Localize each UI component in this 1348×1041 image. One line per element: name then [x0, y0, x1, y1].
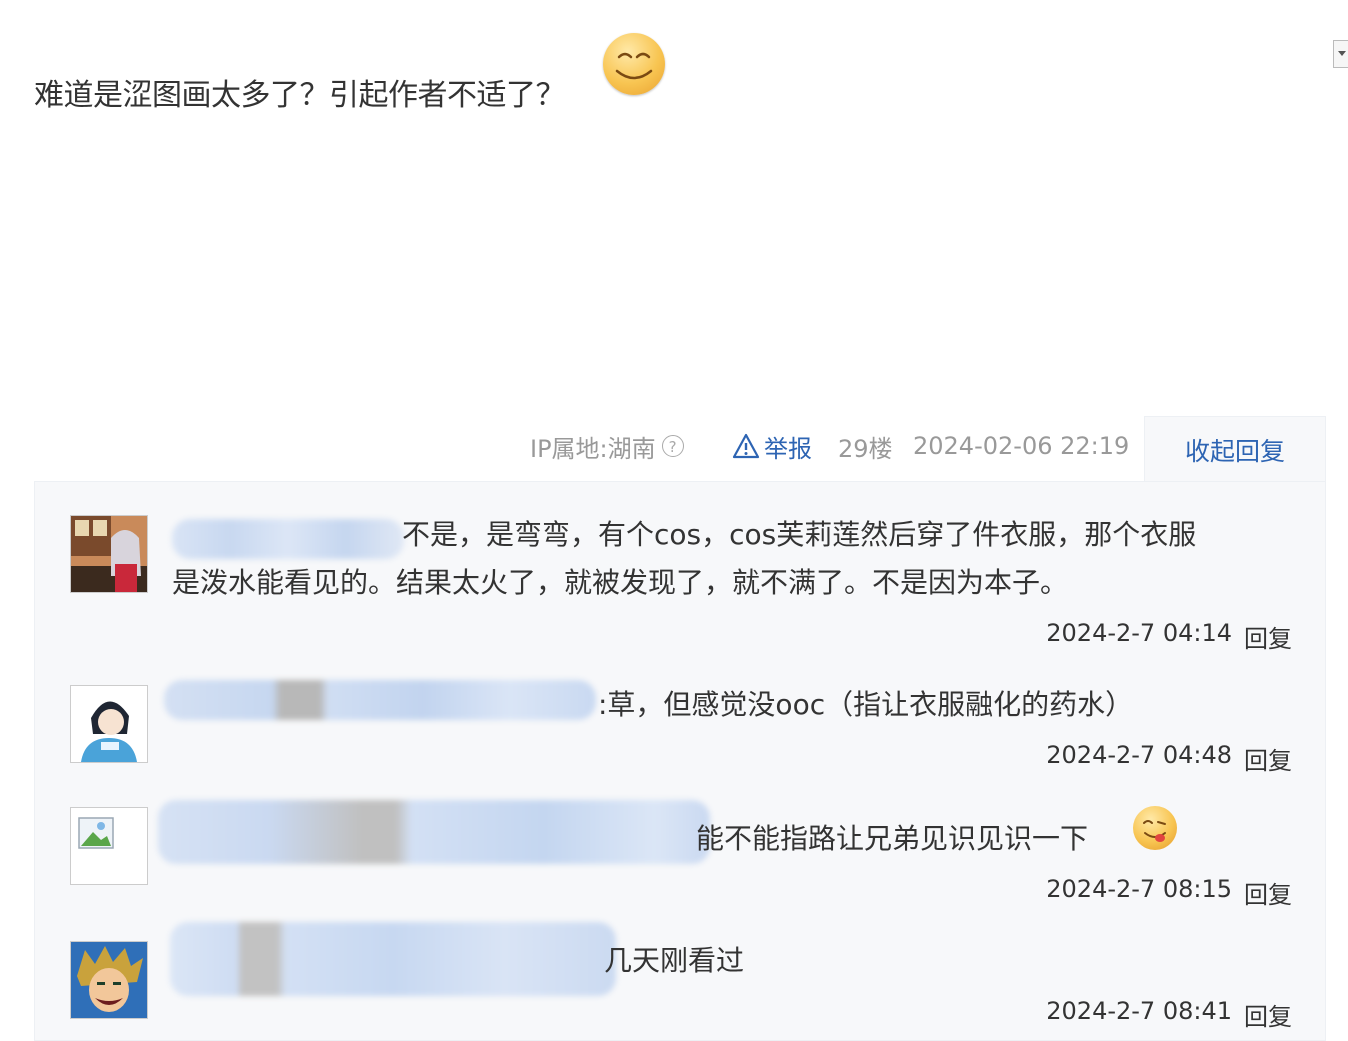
reply-button[interactable]: 回复 — [1244, 741, 1292, 776]
help-icon[interactable]: ? — [661, 435, 684, 457]
blurred-username — [170, 922, 616, 996]
reply-text-continued: 是泼水能看见的。结果太火了，就被发现了，就不满了。不是因为本子。 — [172, 566, 1069, 599]
reply-text: 能不能指路让兄弟见识见识一下 — [696, 822, 1089, 855]
reply-time: 2024-2-7 08:41 — [1046, 997, 1232, 1025]
reply-time: 2024-2-7 04:48 — [1046, 741, 1232, 769]
blurred-username — [164, 680, 596, 720]
reply-footer: 2024-2-7 04:14 回复 — [1046, 619, 1292, 654]
reply-text: 不是，是弯弯，有个cos，cos芙莉莲然后穿了件衣服，那个衣服 — [402, 518, 1197, 551]
dropdown-toggle-button[interactable] — [1333, 40, 1348, 68]
warning-icon — [732, 433, 760, 459]
blurred-username — [158, 800, 710, 864]
ip-location-text: IP属地:湖南 — [530, 434, 656, 463]
reply-button[interactable]: 回复 — [1244, 997, 1292, 1032]
avatar[interactable] — [70, 515, 148, 593]
reply-time: 2024-2-7 08:15 — [1046, 875, 1232, 903]
reply-text: 几天刚看过 — [604, 944, 745, 977]
reply-footer: 2024-2-7 08:15 回复 — [1046, 875, 1292, 910]
avatar[interactable] — [70, 941, 148, 1019]
chevron-down-icon — [1338, 51, 1346, 56]
reply-button[interactable]: 回复 — [1244, 619, 1292, 654]
smile-emoji-icon — [603, 33, 665, 95]
post-text: 难道是涩图画太多了？引起作者不适了？ — [34, 78, 566, 113]
blurred-username — [172, 519, 404, 559]
avatar[interactable] — [70, 685, 148, 763]
floor-number: 29楼 — [838, 434, 893, 463]
ip-location: IP属地:湖南 ? — [530, 428, 684, 464]
reply-footer: 2024-2-7 08:41 回复 — [1046, 997, 1292, 1032]
report-label: 举报 — [764, 434, 812, 463]
broken-image-icon[interactable] — [70, 807, 148, 885]
tongue-emoji-icon — [1133, 806, 1177, 850]
reply-footer: 2024-2-7 04:48 回复 — [1046, 741, 1292, 776]
reply-button[interactable]: 回复 — [1244, 875, 1292, 910]
report-link[interactable]: 举报 — [732, 428, 812, 464]
collapse-replies-button[interactable]: 收起回复 — [1144, 416, 1326, 482]
reply-time: 2024-2-7 04:14 — [1046, 619, 1232, 647]
post-time: 2024-02-06 22:19 — [913, 432, 1130, 460]
reply-text: :草，但感觉没ooc（指让衣服融化的药水） — [598, 688, 1134, 721]
